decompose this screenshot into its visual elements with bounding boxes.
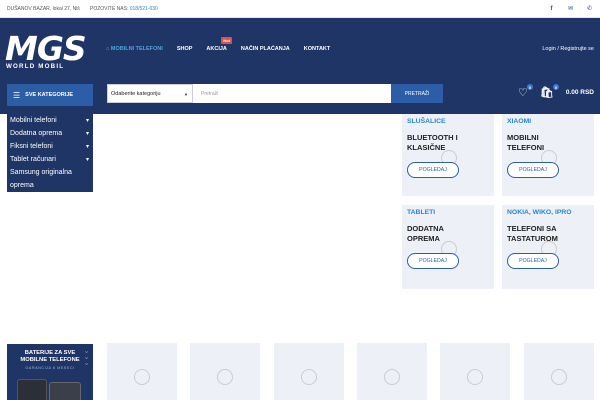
- view-button[interactable]: POGLEDAJ: [407, 253, 459, 269]
- promo-headline: BATERIJE ZA SVE MOBILNE TELEFONE: [20, 350, 80, 363]
- category-item[interactable]: Fiksni telefoni ▾: [7, 140, 93, 153]
- chevron-down-icon: ▼: [184, 92, 188, 97]
- nav-item-akcija[interactable]: AKCIJA Hot: [206, 37, 233, 52]
- view-button[interactable]: POGLEDAJ: [507, 162, 559, 178]
- category-select[interactable]: Odaberite kategoriju ▼: [107, 84, 193, 103]
- expand-icon[interactable]: ▾: [86, 117, 89, 124]
- loading-spinner: [217, 369, 233, 385]
- loading-spinner: [301, 369, 317, 385]
- nav-item-shop[interactable]: SHOP: [177, 46, 193, 52]
- phone-number[interactable]: 018/521-030: [130, 6, 158, 12]
- expand-icon[interactable]: ▾: [86, 143, 89, 150]
- card-tag: TABLETI: [407, 209, 436, 216]
- product-placeholder[interactable]: [357, 343, 427, 400]
- card-title: DODATNA OPREMA: [407, 224, 444, 243]
- login-link[interactable]: Login / Registrujte se: [542, 46, 594, 52]
- promo-card-slusalice: SLUŠALICE BLUETOOTH I KLASIČNE POGLEDAJ: [402, 114, 494, 196]
- card-title: TELEFONI SA TASTATUROM: [507, 224, 558, 243]
- promo-subline: GARANCIJA 6 MESECI: [25, 366, 75, 370]
- wishlist-icon[interactable]: ♡ 0: [518, 84, 533, 99]
- expand-icon[interactable]: ▾: [86, 130, 89, 137]
- loading-spinner: [467, 369, 483, 385]
- nav-item-nacin-placanja[interactable]: NAČIN PLAĆANJA: [241, 46, 290, 52]
- cart-count: 0: [552, 84, 559, 90]
- loading-spinner: [134, 369, 150, 385]
- category-item[interactable]: Samsung originalna: [7, 166, 93, 179]
- battery-promo-banner[interactable]: BATERIJE ZA SVE MOBILNE TELEFONE GARANCI…: [7, 344, 93, 400]
- social-links: f ✉ ✆: [547, 4, 594, 13]
- nav-item-mobilni-telefoni[interactable]: ⌂ MOBILNI TELEFONI: [106, 46, 163, 52]
- card-title: BLUETOOTH I KLASIČNE: [407, 133, 458, 152]
- category-item[interactable]: Mobilni telefoni ▾: [7, 114, 93, 127]
- card-tag: NOKIA, WIKO, IPRO: [507, 209, 572, 216]
- battery-image: [49, 382, 81, 400]
- cart-icon[interactable]: 🛍 0: [540, 84, 559, 99]
- category-list: Mobilni telefoni ▾ Dodatna oprema ▾ Fiksni…: [7, 114, 93, 192]
- store-address: DUŠANOV BAZAR, lokal 27, Niš: [7, 6, 80, 12]
- phone-icon[interactable]: ✆: [585, 4, 594, 13]
- category-item[interactable]: Dodatna oprema ▾: [7, 127, 93, 140]
- facebook-icon[interactable]: f: [547, 4, 556, 13]
- main-nav: ⌂ MOBILNI TELEFONI SHOP AKCIJA Hot NAČIN…: [106, 37, 344, 52]
- search-input[interactable]: Pretraži: [193, 84, 391, 103]
- loading-spinner: [384, 369, 400, 385]
- logo-sub: WORLD MOBIL: [6, 63, 65, 70]
- top-bar: DUŠANOV BAZAR, lokal 27, Niš POZOVITE NA…: [0, 0, 600, 18]
- promo-card-xiaomi: XIAOMI MOBILNI TELEFONI POGLEDAJ: [502, 114, 594, 196]
- header-actions: ♡ 0 🛍 0 0.00 RSD: [518, 84, 594, 99]
- cart-total[interactable]: 0.00 RSD: [566, 89, 594, 96]
- view-button[interactable]: POGLEDAJ: [407, 162, 459, 178]
- main-header: MGS WORLD MOBIL ⌂ MOBILNI TELEFONI SHOP …: [0, 18, 600, 114]
- phone-info: POZOVITE NAS: 018/521-030: [90, 6, 158, 12]
- card-title: MOBILNI TELEFONI: [507, 133, 545, 152]
- product-placeholder[interactable]: [107, 343, 177, 400]
- view-button[interactable]: POGLEDAJ: [507, 253, 559, 269]
- chevron-down-icon: ⌄ ⌄ ⌄: [83, 346, 90, 367]
- expand-icon[interactable]: ▾: [86, 156, 89, 163]
- phone-label: POZOVITE NAS:: [90, 6, 129, 12]
- email-icon[interactable]: ✉: [566, 4, 575, 13]
- card-tag: SLUŠALICE: [407, 118, 446, 125]
- battery-image: [17, 379, 47, 400]
- search-bar: Odaberite kategoriju ▼ Pretraži PRETRAŽI: [107, 84, 443, 103]
- search-button[interactable]: PRETRAŽI: [391, 84, 443, 103]
- promo-card-nokia: NOKIA, WIKO, IPRO TELEFONI SA TASTATUROM…: [502, 205, 594, 289]
- product-placeholder[interactable]: [440, 343, 510, 400]
- hot-badge: Hot: [221, 37, 233, 44]
- category-item[interactable]: oprema: [7, 179, 93, 192]
- menu-icon: ☰: [13, 90, 21, 100]
- promo-card-tableti: TABLETI DODATNA OPREMA POGLEDAJ: [402, 205, 494, 289]
- logo-main: MGS: [5, 29, 87, 68]
- loading-spinner: [551, 369, 567, 385]
- product-placeholder[interactable]: [274, 343, 344, 400]
- category-item[interactable]: Tablet računari ▾: [7, 153, 93, 166]
- wishlist-count: 0: [526, 84, 533, 90]
- nav-item-kontakt[interactable]: KONTAKT: [304, 46, 330, 52]
- product-placeholder[interactable]: [524, 343, 594, 400]
- card-tag: XIAOMI: [507, 118, 532, 125]
- all-categories-button[interactable]: ☰ SVE KATEGORIJE: [7, 84, 93, 106]
- logo[interactable]: MGS WORLD MOBIL: [5, 32, 97, 74]
- product-placeholder[interactable]: [190, 343, 260, 400]
